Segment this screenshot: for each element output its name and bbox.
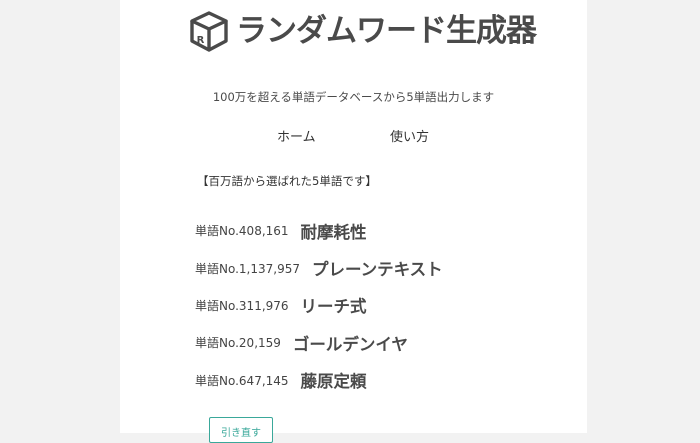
word-item: 単語No.20,159 ゴールデンイヤ bbox=[195, 324, 575, 361]
site-tagline: 100万を超える単語データベースから5単語出力します bbox=[212, 90, 495, 104]
redraw-button[interactable]: 引き直す bbox=[209, 417, 273, 443]
word-number: 単語No.647,145 bbox=[195, 373, 289, 388]
main-nav: ホーム 使い方 bbox=[120, 126, 587, 145]
nav-home-link[interactable]: ホーム bbox=[277, 126, 316, 145]
site-logo[interactable]: R ランダムワード生成器 bbox=[186, 8, 537, 54]
logo-letter: R bbox=[197, 35, 205, 46]
word-number: 単語No.20,159 bbox=[195, 336, 281, 351]
word-text: 藤原定頼 bbox=[300, 372, 367, 392]
box-icon: R bbox=[190, 11, 228, 52]
word-text: リーチ式 bbox=[300, 297, 367, 317]
word-list: 単語No.408,161 耐摩耗性 単語No.1,137,957 プレーンテキス… bbox=[195, 212, 575, 399]
site-title: ランダムワード生成器 bbox=[236, 13, 537, 49]
word-number: 単語No.311,976 bbox=[195, 298, 289, 313]
word-number: 単語No.1,137,957 bbox=[195, 261, 300, 276]
word-text: 耐摩耗性 bbox=[300, 222, 367, 242]
result-notice: 【百万語から選ばれた5単語です】 bbox=[197, 174, 377, 188]
word-item: 単語No.1,137,957 プレーンテキスト bbox=[195, 249, 575, 286]
word-item: 単語No.647,145 藤原定頼 bbox=[195, 362, 575, 399]
word-text: プレーンテキスト bbox=[312, 260, 443, 280]
main-panel: R ランダムワード生成器 100万を超える単語データベースから5単語出力します … bbox=[120, 0, 587, 443]
word-item: 単語No.311,976 リーチ式 bbox=[195, 287, 575, 324]
nav-usage-link[interactable]: 使い方 bbox=[390, 126, 429, 145]
word-item: 単語No.408,161 耐摩耗性 bbox=[195, 212, 575, 249]
word-number: 単語No.408,161 bbox=[195, 224, 289, 239]
word-text: ゴールデンイヤ bbox=[292, 334, 408, 354]
